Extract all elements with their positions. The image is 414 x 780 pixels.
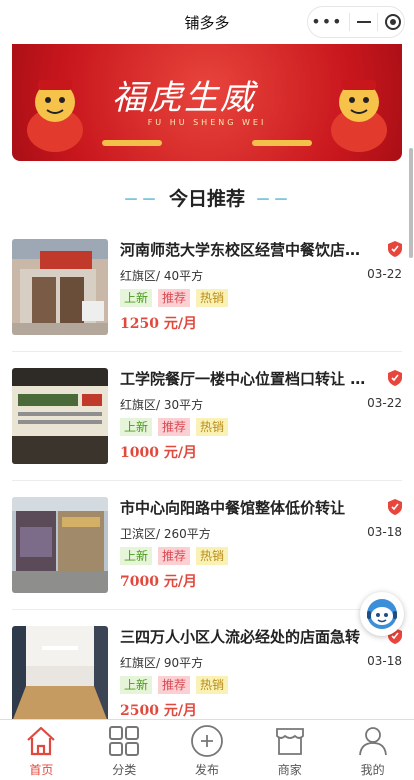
tag-recommend: 推荐	[158, 289, 191, 307]
scrollbar[interactable]	[409, 148, 413, 258]
section-title-text: 今日推荐	[168, 188, 245, 210]
tag-hot: 热销	[196, 418, 229, 436]
tag-new: 上新	[120, 547, 153, 565]
listing-area: / 90平方	[156, 656, 204, 670]
listing-photo	[12, 239, 108, 335]
listing-date: 03-18	[367, 654, 402, 668]
listing-title[interactable]: 工学院餐厅一楼中心位置档口转让 …	[120, 368, 378, 389]
verified-shield-icon	[388, 241, 402, 257]
home-icon	[27, 726, 56, 756]
tab-bar: 首页 分类 发布 商家 我的	[0, 719, 414, 780]
minimize-icon[interactable]	[356, 21, 371, 23]
robot-headset-icon	[367, 599, 397, 629]
tab-home[interactable]: 首页	[0, 720, 83, 780]
listing-title[interactable]: 市中心向阳路中餐馆整体低价转让	[120, 497, 378, 518]
content-scroll[interactable]: 福虎生威 FU HU SHENG WEI －－ 今日推荐 －－ 河南师范大学东校区经…	[0, 44, 414, 719]
tab-category[interactable]: 分类	[83, 720, 166, 780]
listing-area: / 30平方	[156, 398, 204, 412]
listing-price: 1250 元/月	[120, 316, 197, 332]
listing-area: / 40平方	[156, 269, 204, 283]
plus-circle-icon	[191, 725, 223, 757]
tab-mine[interactable]: 我的	[331, 720, 414, 780]
banner-subline: FU HU SHENG WEI	[147, 118, 267, 127]
divider	[12, 609, 402, 610]
title-dash-right: －－	[255, 190, 292, 209]
listing-meta: 红旗区/ 40平方	[120, 267, 203, 284]
listing-item[interactable]: 河南师范大学东校区经营中餐饮店… 红旗区/ 40平方 03-22 上新 推荐 热…	[12, 239, 402, 335]
tab-label: 我的	[360, 763, 385, 777]
listing-title[interactable]: 三四万人小区人流必经处的店面急转	[120, 626, 378, 647]
grid-icon	[109, 726, 140, 756]
target-close-icon[interactable]	[384, 14, 401, 30]
listing-date: 03-22	[367, 267, 402, 281]
listing-photo	[12, 626, 108, 719]
tiger-mascot-left-icon	[27, 80, 83, 152]
listing-photo	[12, 368, 108, 464]
tiger-mascot-right-icon	[331, 80, 387, 152]
tab-label: 分类	[112, 763, 137, 777]
tab-label: 商家	[277, 763, 302, 777]
listing-tags: 上新 推荐 热销	[120, 547, 229, 565]
listing-area: / 260平方	[156, 527, 211, 541]
tag-hot: 热销	[196, 547, 229, 565]
listing-price: 1000 元/月	[120, 445, 197, 461]
title-dash-left: －－	[122, 190, 159, 209]
listing-tags: 上新 推荐 热销	[120, 418, 229, 436]
tab-label: 首页	[29, 763, 54, 777]
divider	[12, 480, 402, 481]
tab-label: 发布	[194, 763, 219, 777]
shop-icon	[275, 728, 304, 755]
verified-shield-icon	[388, 370, 402, 386]
listing-district: 卫滨区	[120, 527, 157, 541]
user-icon	[358, 727, 387, 756]
banner-decoration	[252, 140, 312, 146]
listing-meta: 红旗区/ 90平方	[120, 654, 203, 671]
listing-tags: 上新 推荐 热销	[120, 676, 229, 694]
listing-district: 红旗区	[120, 398, 157, 412]
divider	[12, 351, 402, 352]
tag-hot: 热销	[196, 676, 229, 694]
tag-recommend: 推荐	[158, 418, 191, 436]
section-title: －－ 今日推荐 －－	[0, 184, 414, 211]
listing-tags: 上新 推荐 热销	[120, 289, 229, 307]
mini-program-capsule: •••	[307, 6, 405, 38]
banner-headline: 福虎生威	[112, 78, 256, 118]
tag-hot: 热销	[196, 289, 229, 307]
listing-meta: 卫滨区/ 260平方	[120, 525, 211, 542]
listing-item[interactable]: 三四万人小区人流必经处的店面急转 红旗区/ 90平方 03-18 上新 推荐 热…	[12, 626, 402, 719]
tab-shops[interactable]: 商家	[248, 720, 331, 780]
listing-title[interactable]: 河南师范大学东校区经营中餐饮店…	[120, 239, 378, 260]
tag-new: 上新	[120, 676, 153, 694]
page-title: 铺多多	[184, 13, 230, 32]
nav-bar: 铺多多 •••	[0, 0, 414, 44]
capsule-divider	[377, 13, 379, 31]
customer-service-button[interactable]	[360, 592, 404, 636]
promo-banner[interactable]: 福虎生威 FU HU SHENG WEI	[12, 44, 402, 161]
listing-photo	[12, 497, 108, 593]
banner-decoration	[102, 140, 162, 146]
verified-shield-icon	[388, 499, 402, 515]
tag-new: 上新	[120, 418, 153, 436]
listing-district: 红旗区	[120, 656, 157, 670]
listing-price: 7000 元/月	[120, 574, 197, 590]
more-dots-icon[interactable]: •••	[311, 14, 342, 30]
capsule-divider	[349, 13, 351, 31]
listing-price: 2500 元/月	[120, 703, 197, 719]
listing-district: 红旗区	[120, 269, 157, 283]
listing-date: 03-18	[367, 525, 402, 539]
listing-meta: 红旗区/ 30平方	[120, 396, 203, 413]
tag-recommend: 推荐	[158, 676, 191, 694]
tab-publish[interactable]: 发布	[166, 720, 249, 780]
listing-date: 03-22	[367, 396, 402, 410]
tag-new: 上新	[120, 289, 153, 307]
tag-recommend: 推荐	[158, 547, 191, 565]
listing-item[interactable]: 工学院餐厅一楼中心位置档口转让 … 红旗区/ 30平方 03-22 上新 推荐 …	[12, 368, 402, 464]
listing-item[interactable]: 市中心向阳路中餐馆整体低价转让 卫滨区/ 260平方 03-18 上新 推荐 热…	[12, 497, 402, 593]
